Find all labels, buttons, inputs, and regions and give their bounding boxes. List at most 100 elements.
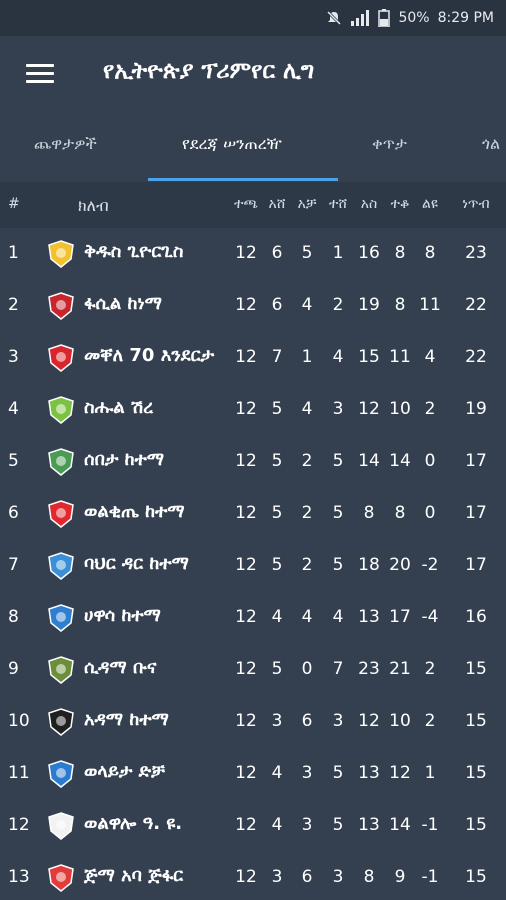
- goal-difference-cell: 0: [424, 503, 436, 523]
- table-row[interactable]: 12 ወልዋሎ ዓ. ዩ. 12 4 3 5 13 14 -1 15: [0, 800, 506, 852]
- position-cell: 3: [8, 347, 19, 367]
- status-bar: 50% 8:29 PM: [0, 0, 506, 36]
- position-cell: 2: [8, 295, 19, 315]
- played-cell: 12: [235, 555, 257, 575]
- table-row[interactable]: 4 ስሑል ሽረ 12 5 4 3 12 10 2 19: [0, 384, 506, 436]
- goal-difference-cell: -1: [421, 867, 439, 887]
- played-cell: 12: [235, 399, 257, 419]
- won-cell: 6: [271, 295, 283, 315]
- tab-goals[interactable]: ጎል: [482, 134, 500, 154]
- points-cell: 15: [465, 815, 487, 835]
- club-name: አዳማ ከተማ: [84, 709, 169, 730]
- played-cell: 12: [235, 867, 257, 887]
- table-row[interactable]: 9 ሲዳማ ቡና 12 5 0 7 23 21 2 15: [0, 644, 506, 696]
- table-row[interactable]: 11 ወላይታ ድቻ 12 4 3 5 13 12 1 15: [0, 748, 506, 800]
- goals-for-cell: 16: [358, 243, 380, 263]
- lost-cell: 5: [332, 763, 344, 783]
- table-row[interactable]: 8 ሀዋሳ ከተማ 12 4 4 4 13 17 -4 16: [0, 592, 506, 644]
- menu-icon[interactable]: [26, 64, 54, 84]
- position-cell: 8: [8, 607, 19, 627]
- won-cell: 5: [271, 399, 283, 419]
- standings-header: # ክለብ ተጫ አሸ አቻ ተሸ አስ ተቆ ልዩ ነጥብ: [0, 182, 506, 228]
- drawn-cell: 3: [301, 815, 313, 835]
- table-row[interactable]: 1 ቅዱስ ጊዮርጊስ 12 6 5 1 16 8 8 23: [0, 228, 506, 280]
- battery-icon: [378, 9, 391, 27]
- club-name: ቅዱስ ጊዮርጊስ: [84, 241, 184, 262]
- lost-cell: 4: [332, 347, 344, 367]
- lost-cell: 2: [332, 295, 344, 315]
- club-logo-icon: [46, 759, 76, 789]
- goals-against-cell: 20: [389, 555, 411, 575]
- drawn-cell: 4: [301, 607, 313, 627]
- club-name: ስሑል ሽረ: [84, 397, 154, 418]
- table-row[interactable]: 3 መቐለ 70 እንደርታ 12 7 1 4 15 11 4 22: [0, 332, 506, 384]
- club-name: ጅማ አባ ጅፋር: [84, 865, 184, 886]
- lost-cell: 3: [332, 399, 344, 419]
- drawn-cell: 4: [301, 295, 313, 315]
- played-cell: 12: [235, 347, 257, 367]
- header-pos: #: [8, 196, 20, 212]
- won-cell: 5: [271, 555, 283, 575]
- signal-icon: [350, 10, 370, 26]
- lost-cell: 5: [332, 503, 344, 523]
- drawn-cell: 0: [301, 659, 313, 679]
- header-goal-difference: ልዩ: [422, 196, 438, 212]
- lost-cell: 4: [332, 607, 344, 627]
- lost-cell: 5: [332, 555, 344, 575]
- table-row[interactable]: 7 ባህር ዳር ከተማ 12 5 2 5 18 20 -2 17: [0, 540, 506, 592]
- club-name: ወልዋሎ ዓ. ዩ.: [84, 813, 183, 834]
- goals-against-cell: 10: [389, 399, 411, 419]
- goals-against-cell: 8: [394, 503, 406, 523]
- won-cell: 5: [271, 503, 283, 523]
- goals-against-cell: 21: [389, 659, 411, 679]
- played-cell: 12: [235, 815, 257, 835]
- table-row[interactable]: 10 አዳማ ከተማ 12 3 6 3 12 10 2 15: [0, 696, 506, 748]
- club-logo-icon: [46, 655, 76, 685]
- goal-difference-cell: -1: [421, 815, 439, 835]
- points-cell: 22: [465, 295, 487, 315]
- goals-against-cell: 10: [389, 711, 411, 731]
- points-cell: 15: [465, 659, 487, 679]
- goals-against-cell: 8: [394, 243, 406, 263]
- page-title: የኢትዮጵያ ፕሪምየር ሊግ: [103, 58, 315, 84]
- tab-bar: ጨዋታዎች የደረጃ ሠንጠረዥ ቀጥታ ጎል: [0, 114, 506, 182]
- position-cell: 4: [8, 399, 19, 419]
- points-cell: 17: [465, 555, 487, 575]
- lost-cell: 5: [332, 815, 344, 835]
- points-cell: 17: [465, 451, 487, 471]
- goals-for-cell: 13: [358, 763, 380, 783]
- goals-for-cell: 12: [358, 711, 380, 731]
- points-cell: 15: [465, 763, 487, 783]
- tab-standings[interactable]: የደረጃ ሠንጠረዥ: [182, 134, 282, 154]
- won-cell: 7: [271, 347, 283, 367]
- club-name: ወላይታ ድቻ: [84, 761, 165, 782]
- goal-difference-cell: 2: [424, 711, 436, 731]
- played-cell: 12: [235, 711, 257, 731]
- club-name: ባህር ዳር ከተማ: [84, 553, 189, 574]
- header-points: ነጥብ: [462, 196, 490, 212]
- position-cell: 10: [8, 711, 30, 731]
- goals-for-cell: 8: [363, 503, 375, 523]
- won-cell: 5: [271, 659, 283, 679]
- lost-cell: 5: [332, 451, 344, 471]
- played-cell: 12: [235, 295, 257, 315]
- played-cell: 12: [235, 451, 257, 471]
- drawn-cell: 2: [301, 555, 313, 575]
- club-logo-icon: [46, 811, 76, 841]
- won-cell: 5: [271, 451, 283, 471]
- standings-list: 1 ቅዱስ ጊዮርጊስ 12 6 5 1 16 8 8 23 2 ፋሲል ከነማ 12 6 4 2 19 8 11 2…: [0, 228, 506, 900]
- table-row[interactable]: 13 ጅማ አባ ጅፋር 12 3 6 3 8 9 -1 15: [0, 852, 506, 900]
- goal-difference-cell: 11: [419, 295, 441, 315]
- goals-for-cell: 8: [363, 867, 375, 887]
- position-cell: 13: [8, 867, 30, 887]
- club-logo-icon: [46, 603, 76, 633]
- header-goals-for: አስ: [360, 196, 378, 212]
- club-logo-icon: [46, 395, 76, 425]
- table-row[interactable]: 5 ሰበታ ከተማ 12 5 2 5 14 14 0 17: [0, 436, 506, 488]
- table-row[interactable]: 2 ፋሲል ከነማ 12 6 4 2 19 8 11 22: [0, 280, 506, 332]
- tab-live[interactable]: ቀጥታ: [372, 134, 407, 154]
- goal-difference-cell: 1: [424, 763, 436, 783]
- table-row[interactable]: 6 ወልቂጤ ከተማ 12 5 2 5 8 8 0 17: [0, 488, 506, 540]
- tab-matches[interactable]: ጨዋታዎች: [34, 134, 97, 154]
- drawn-cell: 6: [301, 867, 313, 887]
